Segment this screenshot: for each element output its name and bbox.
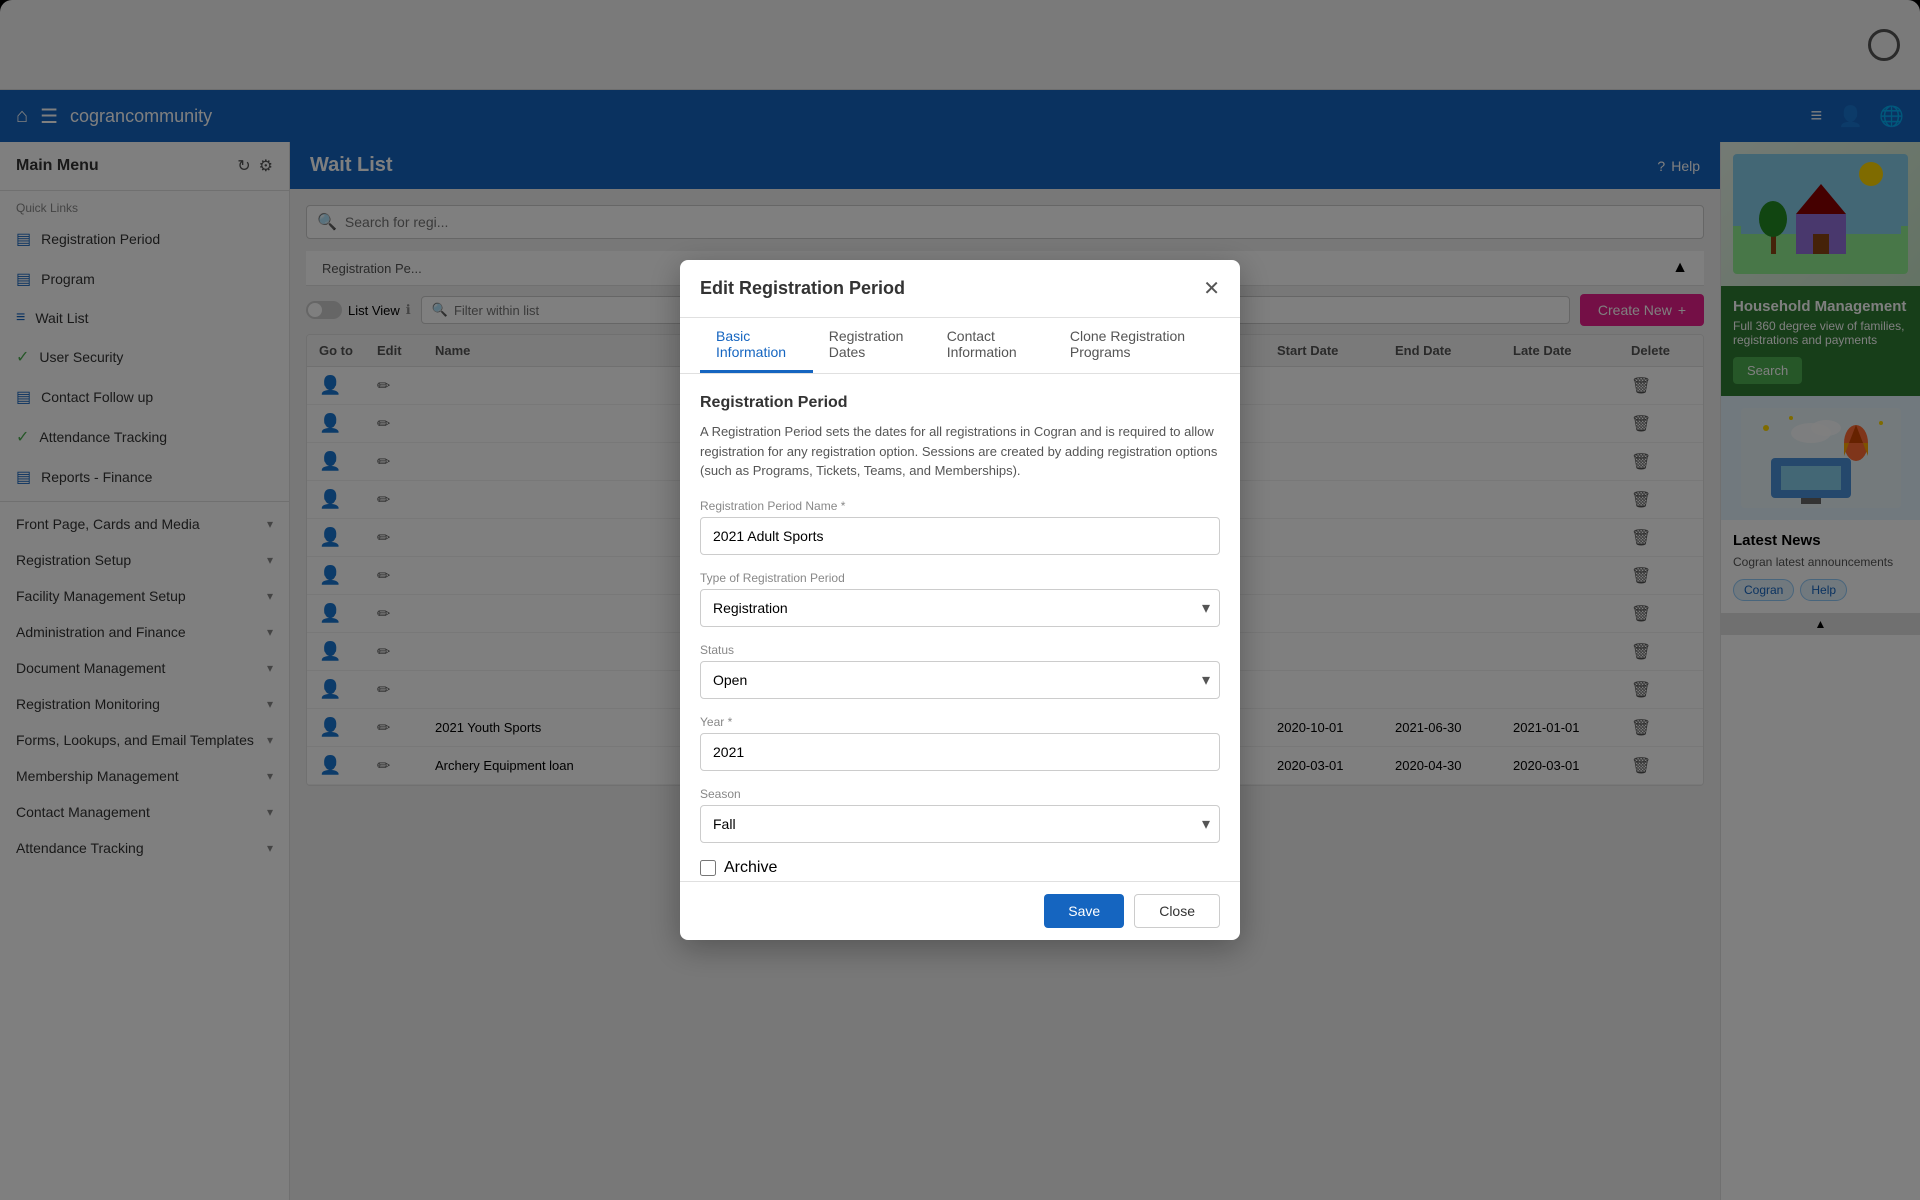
modal-footer: Save Close (680, 881, 1240, 940)
modal-tabs: Basic Information Registration Dates Con… (680, 318, 1240, 374)
status-field: Status Open Closed Pending ▾ (700, 643, 1220, 699)
status-label: Status (700, 643, 1220, 657)
reg-period-name-input[interactable] (700, 517, 1220, 555)
year-label: Year * (700, 715, 1220, 729)
season-field: Season Fall Winter Spring Summer ▾ (700, 787, 1220, 843)
year-field: Year * (700, 715, 1220, 771)
edit-registration-period-modal: Edit Registration Period ✕ Basic Informa… (680, 260, 1240, 940)
save-button[interactable]: Save (1044, 894, 1124, 928)
reg-period-name-label: Registration Period Name * (700, 499, 1220, 513)
season-label: Season (700, 787, 1220, 801)
tab-basic-information[interactable]: Basic Information (700, 318, 813, 373)
reg-type-field: Type of Registration Period Registration… (700, 571, 1220, 627)
reg-period-name-field: Registration Period Name * (700, 499, 1220, 555)
reg-type-label: Type of Registration Period (700, 571, 1220, 585)
modal-section-title: Registration Period (700, 394, 1220, 412)
tab-clone-programs[interactable]: Clone Registration Programs (1054, 318, 1220, 373)
reg-type-select[interactable]: Registration Membership Ticket Team (700, 589, 1220, 627)
archive-label: Archive (724, 859, 777, 877)
reg-type-select-wrapper: Registration Membership Ticket Team ▾ (700, 589, 1220, 627)
status-select-wrapper: Open Closed Pending ▾ (700, 661, 1220, 699)
modal-header: Edit Registration Period ✕ (680, 260, 1240, 318)
season-select[interactable]: Fall Winter Spring Summer (700, 805, 1220, 843)
status-select[interactable]: Open Closed Pending (700, 661, 1220, 699)
tab-contact-information[interactable]: Contact Information (931, 318, 1054, 373)
season-select-wrapper: Fall Winter Spring Summer ▾ (700, 805, 1220, 843)
modal-title: Edit Registration Period (700, 278, 905, 299)
archive-checkbox[interactable] (700, 860, 716, 876)
modal-section-desc: A Registration Period sets the dates for… (700, 422, 1220, 481)
tab-registration-dates[interactable]: Registration Dates (813, 318, 931, 373)
close-button[interactable]: Close (1134, 894, 1220, 928)
modal-close-button[interactable]: ✕ (1203, 276, 1220, 301)
modal-overlay: Edit Registration Period ✕ Basic Informa… (0, 0, 1920, 1200)
archive-row: Archive (700, 859, 1220, 877)
modal-body: Registration Period A Registration Perio… (680, 374, 1240, 881)
year-input[interactable] (700, 733, 1220, 771)
